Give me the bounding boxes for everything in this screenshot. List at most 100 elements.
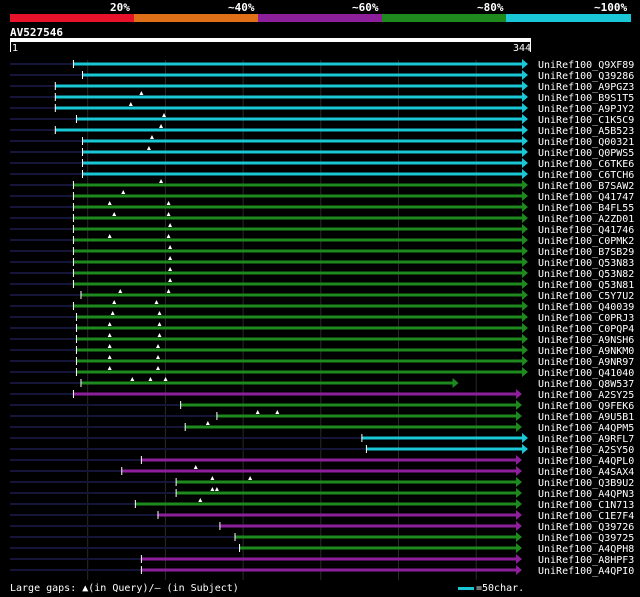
hit-label[interactable]: UniRef100_Q53N81 <box>538 280 634 291</box>
hit-row: UniRef100_Q53N81 <box>10 278 634 291</box>
hit-label[interactable]: UniRef100_C0PMK2 <box>538 236 634 247</box>
hit-row: UniRef100_A9RFL7 <box>10 433 634 445</box>
query-gap-marker <box>107 234 112 238</box>
hit-label[interactable]: UniRef100_C0PQP4 <box>538 324 634 335</box>
query-gap-marker <box>166 212 171 216</box>
query-gap-marker <box>168 267 173 271</box>
hit-label[interactable]: UniRef100_Q00321 <box>538 137 634 148</box>
hit-label[interactable]: UniRef100_A4QPI0 <box>538 566 634 577</box>
hit-end-arrow <box>515 554 522 564</box>
hit-row: UniRef100_A4QPI0 <box>10 565 634 577</box>
query-gap-marker <box>168 245 173 249</box>
query-gap-marker <box>107 322 112 326</box>
hit-label[interactable]: UniRef100_A4QPN3 <box>538 489 634 500</box>
hit-end-arrow <box>522 213 528 223</box>
hit-label[interactable]: UniRef100_Q0PWS5 <box>538 148 634 159</box>
hit-end-arrow <box>522 92 528 102</box>
hit-label[interactable]: UniRef100_B9S1T5 <box>538 93 634 104</box>
hit-end-arrow <box>522 202 528 212</box>
hit-end-arrow <box>452 378 459 388</box>
hit-label[interactable]: UniRef100_A9NR97 <box>538 357 634 368</box>
hit-label[interactable]: UniRef100_A4QPL0 <box>538 456 634 467</box>
query-gap-marker <box>210 476 215 480</box>
hit-label[interactable]: UniRef100_B7SB29 <box>538 247 634 258</box>
query-gap-marker <box>163 377 168 381</box>
hit-row: UniRef100_Q9FEK6 <box>10 400 634 412</box>
hit-row: UniRef100_C6TCH6 <box>10 169 634 181</box>
hit-end-arrow <box>515 411 522 421</box>
hit-end-arrow <box>522 444 528 454</box>
hit-label[interactable]: UniRef100_A5B523 <box>538 126 634 137</box>
hit-row: UniRef100_B7SAW2 <box>10 179 634 192</box>
hit-label[interactable]: UniRef100_A9PGZ3 <box>538 82 634 93</box>
hit-label[interactable]: UniRef100_A9RFL7 <box>538 434 634 445</box>
hit-label[interactable]: UniRef100_A2SY50 <box>538 445 634 456</box>
hit-end-arrow <box>522 180 528 190</box>
hit-label[interactable]: UniRef100_Q53N82 <box>538 269 634 280</box>
hit-label[interactable]: UniRef100_B7SAW2 <box>538 181 634 192</box>
hit-end-arrow <box>522 268 528 278</box>
query-gap-marker <box>166 289 171 293</box>
hit-label[interactable]: UniRef100_A9U5B1 <box>538 412 634 423</box>
hit-row: UniRef100_Q53N83 <box>10 256 634 269</box>
query-gap-marker <box>156 355 160 359</box>
query-gap-marker <box>205 421 210 425</box>
hit-label[interactable]: UniRef100_A9NKM0 <box>538 346 634 357</box>
hit-row: UniRef100_C5Y7U2 <box>10 289 634 302</box>
query-gap-marker <box>110 311 115 315</box>
hit-row: UniRef100_A4QPH8 <box>10 543 634 555</box>
hit-end-arrow <box>522 169 528 179</box>
hit-label[interactable]: UniRef100_C1K5C9 <box>538 115 634 126</box>
hit-end-arrow <box>515 521 522 531</box>
hit-label[interactable]: UniRef100_C5Y7U2 <box>538 291 634 302</box>
query-gap-marker <box>148 377 153 381</box>
hit-label[interactable]: UniRef100_A4QPM5 <box>538 423 634 434</box>
hit-end-arrow <box>522 103 528 113</box>
hit-end-arrow <box>515 565 522 575</box>
hit-label[interactable]: UniRef100_Q39725 <box>538 533 634 544</box>
query-gap-marker <box>139 91 144 95</box>
hit-label[interactable]: UniRef100_C1N713 <box>538 500 634 511</box>
hit-label[interactable]: UniRef100_Q9XF89 <box>538 60 634 71</box>
hit-label[interactable]: UniRef100_Q39726 <box>538 522 634 533</box>
large-gaps-legend: Large gaps: ▲(in Query)/— (in Subject) <box>10 583 239 594</box>
hit-label[interactable]: UniRef100_C1E7F4 <box>538 511 634 522</box>
hit-row: UniRef100_Q41746 <box>10 223 634 236</box>
hit-label[interactable]: UniRef100_A9NSH6 <box>538 335 634 346</box>
hit-row: UniRef100_A4SAX4 <box>10 465 634 478</box>
hit-row: UniRef100_Q00321 <box>10 135 634 148</box>
hit-label[interactable]: UniRef100_C0PRJ3 <box>538 313 634 324</box>
hit-label[interactable]: UniRef100_C6TCH6 <box>538 170 634 181</box>
query-gap-marker <box>107 344 112 348</box>
hit-end-arrow <box>515 488 522 498</box>
hit-end-arrow <box>522 147 528 157</box>
hit-end-arrow <box>522 246 528 256</box>
hit-label[interactable]: UniRef100_Q41040 <box>538 368 634 379</box>
hit-label[interactable]: UniRef100_C6TKE6 <box>538 159 634 170</box>
hit-row: UniRef100_Q40039 <box>10 300 634 313</box>
hit-label[interactable]: UniRef100_A8HPF3 <box>538 555 634 566</box>
hit-row: UniRef100_A9PGZ3 <box>10 81 634 93</box>
hit-label[interactable]: UniRef100_Q3B9U2 <box>538 478 634 489</box>
hit-label[interactable]: UniRef100_Q41746 <box>538 225 634 236</box>
hit-label[interactable]: UniRef100_A2SY25 <box>538 390 634 401</box>
alignment-chart: UniRef100_Q9XF89UniRef100_Q39286UniRef10… <box>10 59 634 580</box>
hit-label[interactable]: UniRef100_Q9FEK6 <box>538 401 634 412</box>
hit-label[interactable]: UniRef100_A2ZD01 <box>538 214 634 225</box>
hit-end-arrow <box>522 59 528 69</box>
hit-row: UniRef100_A2SY25 <box>10 389 634 401</box>
query-gap-marker <box>168 278 173 282</box>
hit-end-arrow <box>522 312 528 322</box>
hit-label[interactable]: UniRef100_B4FL55 <box>538 203 634 214</box>
hit-label[interactable]: UniRef100_Q40039 <box>538 302 634 313</box>
hit-row: UniRef100_A5B523 <box>10 124 634 137</box>
hit-label[interactable]: UniRef100_A9PJY2 <box>538 104 634 115</box>
hit-label[interactable]: UniRef100_Q39286 <box>538 71 634 82</box>
query-gap-marker <box>146 146 151 150</box>
hit-end-arrow <box>522 224 528 234</box>
hit-label[interactable]: UniRef100_Q41747 <box>538 192 634 203</box>
hit-label[interactable]: UniRef100_Q8W537 <box>538 379 634 390</box>
hit-label[interactable]: UniRef100_Q53N83 <box>538 258 634 269</box>
hit-label[interactable]: UniRef100_A4SAX4 <box>538 467 634 478</box>
hit-label[interactable]: UniRef100_A4QPH8 <box>538 544 634 555</box>
